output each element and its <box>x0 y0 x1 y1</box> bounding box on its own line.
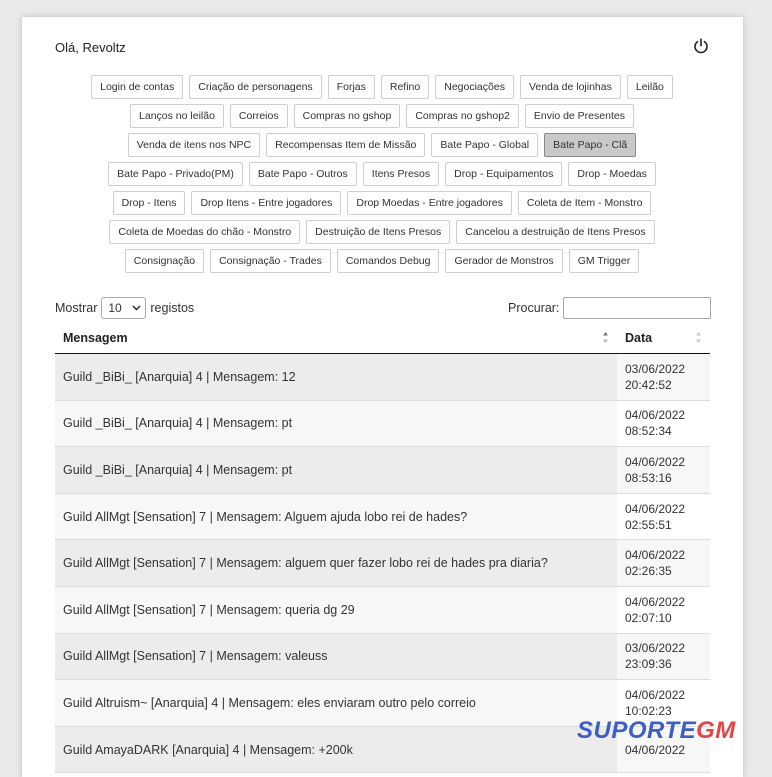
column-header-message-label: Mensagem <box>63 331 128 345</box>
date-value: 04/06/2022 <box>625 501 686 516</box>
log-type-filters: Login de contas Criação de personagens For… <box>72 75 692 273</box>
search-input[interactable] <box>563 297 712 319</box>
date-value: 04/06/2022 <box>625 687 686 702</box>
filter-button[interactable]: Bate Papo - Privado(PM) <box>108 162 243 186</box>
table-row: Guild _BiBi_ [Anarquia] 4 | Mensagem: pt… <box>55 447 710 494</box>
messages-table: Mensagem Data Guild _BiBi_ [Anarquia] 4 … <box>55 323 710 774</box>
message-cell: Guild _BiBi_ [Anarquia] 4 | Mensagem: 12 <box>55 354 617 400</box>
date-value: 04/06/2022 <box>625 548 686 563</box>
time-value: 08:52:34 <box>625 424 672 439</box>
table-row: Guild AllMgt [Sensation] 7 | Mensagem: a… <box>55 540 710 587</box>
main-card: Olá, Revoltz Login de contas Criação de p… <box>22 17 743 777</box>
table-row: Guild AllMgt [Sensation] 7 | Mensagem: A… <box>55 493 710 541</box>
filter-button[interactable]: Drop Moedas - Entre jogadores <box>347 191 512 215</box>
time-value: 20:42:52 <box>625 377 672 392</box>
time-value: 02:07:10 <box>625 610 672 625</box>
filter-button[interactable]: Compras no gshop <box>293 104 401 128</box>
filter-button[interactable]: Drop Itens - Entre jogadores <box>191 191 342 215</box>
filter-button[interactable]: Negociações <box>435 75 514 99</box>
filter-button[interactable]: Destruição de Itens Presos <box>306 220 451 244</box>
column-header-date-label: Data <box>625 331 653 345</box>
filter-button[interactable]: Coleta de Item - Monstro <box>517 191 652 215</box>
filter-button[interactable]: Bate Papo - Global <box>431 133 539 157</box>
message-cell: Guild AllMgt [Sensation] 7 | Mensagem: A… <box>55 493 617 540</box>
filter-button[interactable]: Recompensas Item de Missão <box>266 133 426 157</box>
filter-button[interactable]: Consignação <box>124 249 205 273</box>
table-row: Guild _BiBi_ [Anarquia] 4 | Mensagem: pt… <box>55 400 710 448</box>
filter-button[interactable]: Itens Presos <box>362 162 440 186</box>
watermark-logo: SUPORTEGM <box>577 717 736 745</box>
date-value: 03/06/2022 <box>625 641 686 656</box>
message-cell: Guild _BiBi_ [Anarquia] 4 | Mensagem: pt <box>55 400 617 447</box>
date-cell: 04/06/2022 08:53:16 <box>617 447 710 493</box>
table-body: Guild _BiBi_ [Anarquia] 4 | Mensagem: 12… <box>55 354 710 774</box>
date-cell: 04/06/2022 02:55:51 <box>617 493 710 540</box>
filter-button[interactable]: Drop - Moedas <box>568 162 656 186</box>
date-cell: 03/06/2022 20:42:52 <box>617 354 710 400</box>
message-cell: Guild AllMgt [Sensation] 7 | Mensagem: v… <box>55 633 617 680</box>
date-cell: 04/06/2022 08:52:34 <box>617 400 710 447</box>
date-cell: 03/06/2022 23:09:36 <box>617 633 710 680</box>
column-header-message[interactable]: Mensagem <box>55 323 617 353</box>
column-header-date[interactable]: Data <box>617 323 710 353</box>
filter-button[interactable]: Refino <box>380 75 430 99</box>
time-value: 08:53:16 <box>625 470 672 485</box>
filter-button[interactable]: Correios <box>229 104 288 128</box>
filter-button[interactable]: Gerador de Monstros <box>445 249 563 273</box>
date-cell: 04/06/2022 02:26:35 <box>617 540 710 586</box>
filter-button[interactable]: Consignação - Trades <box>210 249 331 273</box>
search-control: Procurar: <box>508 297 712 319</box>
time-value: 02:26:35 <box>625 564 672 579</box>
filter-button[interactable]: Envio de Presentes <box>524 104 634 128</box>
filter-button[interactable]: Cancelou a destruição de Itens Presos <box>456 220 655 244</box>
filter-button[interactable]: Forjas <box>327 75 375 99</box>
search-label: Procurar: <box>508 301 560 315</box>
filter-button[interactable]: Login de contas <box>91 75 184 99</box>
filter-button[interactable]: Leilão <box>626 75 673 99</box>
table-row: Guild _BiBi_ [Anarquia] 4 | Mensagem: 12… <box>55 354 710 401</box>
page-length-value: 10 <box>108 301 122 315</box>
sort-icon <box>603 332 608 343</box>
filter-button[interactable]: Comandos Debug <box>336 249 440 273</box>
filter-button[interactable]: Venda de lojinhas <box>519 75 621 99</box>
page-length-select[interactable]: 10 <box>101 297 147 319</box>
time-value: 02:55:51 <box>625 517 672 532</box>
date-value: 04/06/2022 <box>625 594 686 609</box>
filter-button[interactable]: Bate Papo - Outros <box>248 162 357 186</box>
time-value: 23:09:36 <box>625 657 672 672</box>
filter-button[interactable]: Drop - Equipamentos <box>445 162 563 186</box>
watermark-part2: GM <box>696 717 736 744</box>
sort-icon <box>696 332 701 343</box>
filter-button[interactable]: Lanços no leilão <box>130 104 224 128</box>
power-icon[interactable] <box>693 38 709 54</box>
chevron-down-icon <box>132 305 141 311</box>
filter-button[interactable]: Criação de personagens <box>189 75 322 99</box>
date-cell: 04/06/2022 02:07:10 <box>617 586 710 633</box>
message-cell: Guild Altruism~ [Anarquia] 4 | Mensagem:… <box>55 680 617 726</box>
filter-button[interactable]: Bate Papo - Clã <box>544 133 637 157</box>
table-row: Guild AllMgt [Sensation] 7 | Mensagem: v… <box>55 633 710 681</box>
date-value: 03/06/2022 <box>625 361 686 376</box>
date-value: 04/06/2022 <box>625 408 686 423</box>
greeting-text: Olá, Revoltz <box>55 40 126 55</box>
filter-button[interactable]: Coleta de Moedas do chão - Monstro <box>109 220 301 244</box>
message-cell: Guild AllMgt [Sensation] 7 | Mensagem: a… <box>55 540 617 586</box>
filter-button[interactable]: Venda de itens nos NPC <box>127 133 261 157</box>
message-cell: Guild AllMgt [Sensation] 7 | Mensagem: q… <box>55 586 617 633</box>
page-length-control: Mostrar 10 registos <box>55 297 194 319</box>
watermark-part1: SUPORTE <box>577 717 697 744</box>
table-header: Mensagem Data <box>55 323 710 354</box>
message-cell: Guild _BiBi_ [Anarquia] 4 | Mensagem: pt <box>55 447 617 493</box>
filter-button[interactable]: GM Trigger <box>568 249 640 273</box>
length-suffix: registos <box>150 301 195 315</box>
table-row: Guild AllMgt [Sensation] 7 | Mensagem: q… <box>55 586 710 634</box>
filter-button[interactable]: Drop - Itens <box>112 191 186 215</box>
filter-button[interactable]: Compras no gshop2 <box>406 104 519 128</box>
date-value: 04/06/2022 <box>625 454 686 469</box>
length-prefix: Mostrar <box>55 301 98 315</box>
